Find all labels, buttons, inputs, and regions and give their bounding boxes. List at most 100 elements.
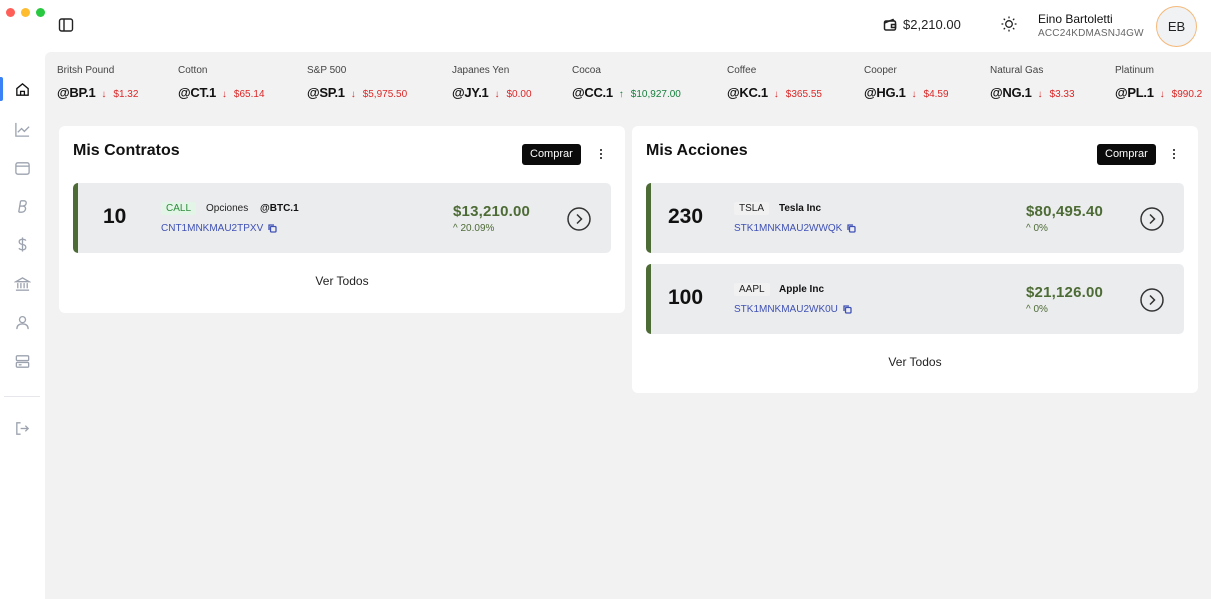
- buy-stock-button[interactable]: Comprar: [1097, 144, 1156, 165]
- ticker-symbol: @HG.1: [864, 85, 906, 100]
- ticker-item[interactable]: Coffee @KC.1 ↓ $365.55: [727, 65, 822, 100]
- contracts-card: Mis Contratos Comprar 10 CALL Opciones @…: [59, 126, 625, 313]
- stock-change-value: 0%: [1033, 304, 1048, 315]
- ticker-symbol: @NG.1: [990, 85, 1032, 100]
- arrow-up-icon: ↑: [618, 89, 624, 100]
- arrow-down-icon: ↓: [494, 89, 500, 100]
- ticker-name: Platinum: [1115, 65, 1154, 76]
- sidebar-divider: [4, 396, 40, 397]
- stock-code-text: STK1MNKMAU2WWQK: [734, 223, 843, 234]
- stock-amount: $80,495.40: [1026, 203, 1104, 220]
- contract-item[interactable]: 10 CALL Opciones @BTC.1 CNT1MNKMAU2TPXV …: [73, 183, 611, 253]
- stock-change: ^ 0%: [1026, 304, 1048, 315]
- ticker-name: Natural Gas: [990, 65, 1044, 76]
- contract-symbol: @BTC.1: [260, 203, 299, 214]
- open-contract-chevron-icon[interactable]: [567, 207, 591, 231]
- sidebar-item-bank[interactable]: [0, 269, 44, 299]
- sidebar-toggle-icon[interactable]: [58, 17, 74, 33]
- minimize-window-button[interactable]: [21, 8, 30, 17]
- stock-amount: $21,126.00: [1026, 284, 1104, 301]
- sidebar-item-chart[interactable]: [0, 114, 44, 144]
- account-id: ACC24KDMASNJ4GW: [1038, 28, 1144, 39]
- main-content: Britsh Pound @BP.1 ↓ $1.32 Cotton @CT.1 ↓ $6…: [45, 52, 1211, 599]
- ticker-symbol: @CC.1: [572, 85, 613, 100]
- copy-icon[interactable]: [268, 224, 277, 233]
- user-name: Eino Bartoletti: [1038, 12, 1113, 26]
- contract-amount: $13,210.00: [453, 203, 531, 220]
- ticker-price: $0.00: [506, 89, 532, 100]
- ticker-price: $10,927.00: [630, 89, 681, 100]
- sidebar-item-server[interactable]: [0, 346, 44, 376]
- stock-ticker-badge: TSLA: [734, 202, 770, 215]
- contract-code-text: CNT1MNKMAU2TPXV: [161, 223, 264, 234]
- stock-code[interactable]: STK1MNKMAU2WK0U: [734, 304, 852, 315]
- ticker-item[interactable]: Britsh Pound @BP.1 ↓ $1.32: [57, 65, 138, 100]
- ticker-price: $3.33: [1049, 89, 1075, 100]
- ticker-symbol: @JY.1: [452, 85, 489, 100]
- sidebar: [0, 52, 44, 599]
- bank-icon: [13, 276, 31, 291]
- stock-quantity: 230: [668, 205, 704, 228]
- more-options-icon[interactable]: [1171, 147, 1177, 161]
- logout-icon: [15, 421, 29, 435]
- ticker-price: $65.14: [233, 89, 265, 100]
- ticker-item[interactable]: Natural Gas @NG.1 ↓ $3.33: [990, 65, 1075, 100]
- sidebar-item-home[interactable]: [0, 74, 44, 104]
- user-info[interactable]: Eino Bartoletti ACC24KDMASNJ4GW: [1038, 12, 1144, 39]
- folder-icon: [14, 161, 30, 175]
- ticker-name: Coffee: [727, 65, 757, 76]
- stocks-title: Mis Acciones: [646, 142, 748, 159]
- arrow-down-icon: ↓: [911, 89, 917, 100]
- stock-code[interactable]: STK1MNKMAU2WWQK: [734, 223, 856, 234]
- sidebar-item-crypto[interactable]: [0, 191, 44, 221]
- ticker-price: $5,975.50: [362, 89, 408, 100]
- ticker-price: $1.32: [113, 89, 139, 100]
- dollar-icon: [17, 236, 26, 252]
- ticker-symbol: @BP.1: [57, 85, 96, 100]
- stock-company: Apple Inc: [779, 284, 825, 295]
- maximize-window-button[interactable]: [36, 8, 45, 17]
- contract-code[interactable]: CNT1MNKMAU2TPXV: [161, 223, 277, 234]
- theme-toggle-sun-icon[interactable]: [1000, 15, 1018, 33]
- stock-item[interactable]: 100 AAPL Apple Inc STK1MNKMAU2WK0U $21,1…: [646, 264, 1184, 334]
- wallet-balance[interactable]: $2,210.00: [883, 17, 961, 32]
- open-stock-chevron-icon[interactable]: [1140, 288, 1164, 312]
- ticker-item[interactable]: Platinum @PL.1 ↓ $990.2: [1115, 65, 1202, 100]
- open-stock-chevron-icon[interactable]: [1140, 207, 1164, 231]
- ticker-symbol: @KC.1: [727, 85, 768, 100]
- stock-ticker-badge: AAPL: [734, 283, 770, 296]
- ticker-item[interactable]: Cocoa @CC.1 ↑ $10,927.00: [572, 65, 681, 100]
- sidebar-item-user[interactable]: [0, 307, 44, 337]
- see-all-stocks-link[interactable]: Ver Todos: [632, 355, 1198, 369]
- arrow-down-icon: ↓: [350, 89, 356, 100]
- contract-change-value: 20.09%: [460, 223, 495, 234]
- balance-amount: $2,210.00: [903, 17, 961, 32]
- copy-icon[interactable]: [843, 305, 852, 314]
- ticker-item[interactable]: S&P 500 @SP.1 ↓ $5,975.50: [307, 65, 407, 100]
- contract-kind: Opciones: [206, 203, 249, 214]
- user-icon: [15, 315, 29, 329]
- ticker-symbol: @SP.1: [307, 85, 345, 100]
- more-options-icon[interactable]: [598, 147, 604, 161]
- arrow-down-icon: ↓: [1037, 89, 1043, 100]
- home-icon: [15, 82, 29, 96]
- ticker-item[interactable]: Cooper @HG.1 ↓ $4.59: [864, 65, 949, 100]
- close-window-button[interactable]: [6, 8, 15, 17]
- ticker-item[interactable]: Cotton @CT.1 ↓ $65.14: [178, 65, 265, 100]
- arrow-down-icon: ↓: [101, 89, 107, 100]
- sidebar-item-logout[interactable]: [0, 413, 44, 443]
- buy-contract-button[interactable]: Comprar: [522, 144, 581, 165]
- stock-code-text: STK1MNKMAU2WK0U: [734, 304, 838, 315]
- arrow-down-icon: ↓: [1159, 89, 1165, 100]
- stocks-card: Mis Acciones Comprar 230 TSLA Tesla Inc …: [632, 126, 1198, 393]
- sidebar-item-dollar[interactable]: [0, 229, 44, 259]
- ticker-item[interactable]: Japanes Yen @JY.1 ↓ $0.00: [452, 65, 532, 100]
- sidebar-item-folder[interactable]: [0, 153, 44, 183]
- option-type-badge: CALL: [161, 202, 197, 215]
- copy-icon[interactable]: [847, 224, 856, 233]
- stock-change: ^ 0%: [1026, 223, 1048, 234]
- see-all-contracts-link[interactable]: Ver Todos: [59, 274, 625, 288]
- wallet-icon: [883, 18, 897, 31]
- stock-item[interactable]: 230 TSLA Tesla Inc STK1MNKMAU2WWQK $80,4…: [646, 183, 1184, 253]
- avatar[interactable]: EB: [1156, 6, 1197, 47]
